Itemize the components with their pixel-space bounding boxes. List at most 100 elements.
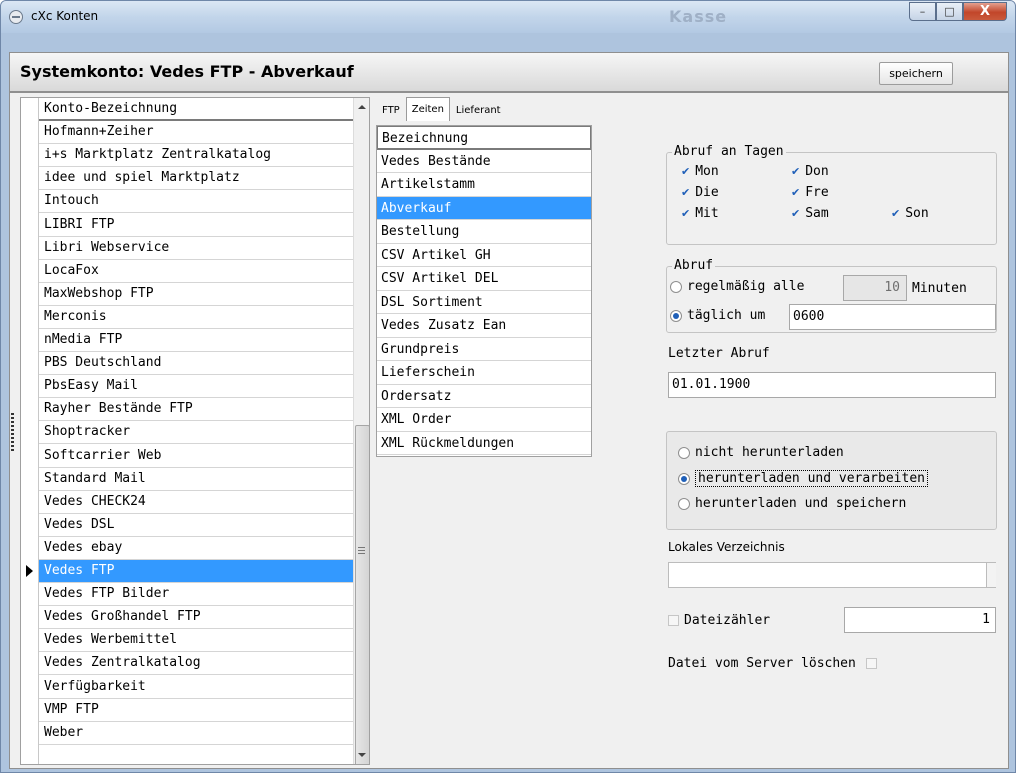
abruf-group-label: Abruf: [672, 258, 716, 274]
file-counter-checkbox[interactable]: Dateizähler: [668, 613, 770, 628]
account-row[interactable]: PbsEasy Mail: [39, 375, 353, 399]
option-label: herunterladen und speichern: [695, 496, 907, 511]
entry-row[interactable]: Grundpreis: [377, 338, 591, 361]
splitter-grip[interactable]: [11, 413, 14, 453]
entries-column-header[interactable]: Bezeichnung: [377, 126, 591, 150]
check-icon: ✔: [791, 165, 801, 178]
accounts-column-header[interactable]: Konto-Bezeichnung: [39, 98, 353, 122]
entry-row[interactable]: Vedes Bestände: [377, 150, 591, 173]
account-row[interactable]: idee und spiel Marktplatz: [39, 167, 353, 191]
account-row[interactable]: Vedes Großhandel FTP: [39, 606, 353, 630]
account-row[interactable]: MaxWebshop FTP: [39, 283, 353, 306]
account-row[interactable]: Verfügbarkeit: [39, 676, 353, 699]
account-row[interactable]: Merconis: [39, 306, 353, 329]
minimize-button[interactable]: –: [909, 2, 936, 21]
radio-download-process[interactable]: herunterladen und verarbeiten: [678, 470, 928, 487]
account-row[interactable]: Vedes Werbemittel: [39, 629, 353, 653]
account-row[interactable]: Vedes ebay: [39, 537, 353, 560]
day-label: Don: [805, 164, 829, 179]
account-row[interactable]: i+s Marktplatz Zentralkatalog: [39, 144, 353, 168]
account-row[interactable]: LocaFox: [39, 260, 353, 283]
tab-zeiten[interactable]: Zeiten: [405, 97, 450, 121]
day-label: Die: [695, 185, 719, 200]
account-row[interactable]: LIBRI FTP: [39, 214, 353, 237]
tab-lieferant[interactable]: Lieferant: [450, 100, 507, 121]
radio-icon: [678, 497, 690, 510]
scroll-thumb[interactable]: [355, 425, 369, 764]
entry-row[interactable]: Ordersatz: [377, 385, 591, 408]
regular-label: regelmäßig alle: [687, 279, 805, 294]
radio-download-save[interactable]: herunterladen und speichern: [678, 496, 906, 511]
account-row[interactable]: Vedes Zentralkatalog: [39, 652, 353, 676]
tab-ftp[interactable]: FTP: [376, 100, 406, 121]
interval-input[interactable]: 10: [843, 275, 907, 301]
radio-icon: [678, 446, 690, 459]
app-window: cXc Konten Kasse – □ X Systemkonto: Vede…: [0, 0, 1016, 773]
day-checkbox-sam[interactable]: ✔ Sam: [791, 206, 829, 221]
day-label: Son: [905, 206, 929, 221]
interval-unit-label: Minuten: [912, 281, 967, 296]
radio-selected-icon: [678, 472, 690, 485]
daily-time-input[interactable]: 0600: [789, 304, 996, 330]
local-dir-browse-button[interactable]: [986, 563, 996, 587]
day-label: Sam: [805, 206, 829, 221]
account-row[interactable]: nMedia FTP: [39, 329, 353, 353]
check-icon: ✔: [681, 165, 691, 178]
close-button[interactable]: X: [963, 2, 1007, 21]
account-row[interactable]: Shoptracker: [39, 421, 353, 445]
account-row[interactable]: Standard Mail: [39, 468, 353, 491]
entry-row[interactable]: XML Rückmeldungen: [377, 432, 591, 455]
account-row[interactable]: Weber: [39, 722, 353, 745]
scroll-up-icon[interactable]: [358, 105, 366, 109]
app-icon: [9, 10, 23, 24]
radio-icon: [670, 280, 682, 293]
radio-no-download[interactable]: nicht herunterladen: [678, 445, 844, 460]
radio-daily[interactable]: täglich um: [670, 308, 765, 323]
file-counter-input[interactable]: 1: [844, 607, 996, 633]
radio-regular[interactable]: regelmäßig alle: [670, 279, 804, 294]
account-row[interactable]: Hofmann+Zeiher: [39, 121, 353, 145]
background-window-title: Kasse: [669, 7, 728, 26]
entry-row[interactable]: Vedes Zusatz Ean: [377, 314, 591, 338]
account-row[interactable]: Vedes DSL: [39, 514, 353, 537]
entry-row[interactable]: CSV Artikel GH: [377, 244, 591, 267]
entry-row[interactable]: XML Order: [377, 408, 591, 432]
days-group: Abruf an Tagen ✔ Mon ✔ Don ✔ Die ✔ Fre ✔…: [666, 144, 997, 245]
account-row[interactable]: VMP FTP: [39, 699, 353, 722]
title-bar[interactable]: cXc Konten Kasse – □ X: [1, 1, 1015, 33]
entry-row[interactable]: Bestellung: [377, 220, 591, 244]
tab-bar: FTP Zeiten Lieferant: [376, 97, 507, 121]
accounts-scrollbar[interactable]: [353, 98, 369, 764]
day-checkbox-mon[interactable]: ✔ Mon: [681, 164, 719, 179]
day-checkbox-die[interactable]: ✔ Die: [681, 185, 719, 200]
entry-row[interactable]: Lieferschein: [377, 361, 591, 385]
account-row[interactable]: Softcarrier Web: [39, 445, 353, 468]
day-checkbox-mit[interactable]: ✔ Mit: [681, 206, 719, 221]
day-checkbox-fre[interactable]: ✔ Fre: [791, 185, 829, 200]
entry-row[interactable]: Artikelstamm: [377, 173, 591, 197]
checkbox-icon: [668, 615, 679, 626]
day-checkbox-don[interactable]: ✔ Don: [791, 164, 829, 179]
day-label: Fre: [805, 185, 829, 200]
maximize-button[interactable]: □: [936, 2, 963, 21]
entry-row[interactable]: CSV Artikel DEL: [377, 267, 591, 291]
entry-row[interactable]: DSL Sortiment: [377, 291, 591, 314]
account-row[interactable]: Vedes CHECK24: [39, 491, 353, 514]
entry-row[interactable]: Abverkauf: [377, 196, 591, 220]
account-row[interactable]: Intouch: [39, 190, 353, 214]
file-counter-label: Dateizähler: [684, 613, 771, 628]
local-dir-input[interactable]: [668, 562, 996, 588]
day-checkbox-son[interactable]: ✔ Son: [891, 206, 929, 221]
account-row[interactable]: Rayher Bestände FTP: [39, 398, 353, 422]
account-row[interactable]: Libri Webservice: [39, 237, 353, 260]
account-row[interactable]: Vedes FTP Bilder: [39, 583, 353, 607]
account-row[interactable]: PBS Deutschland: [39, 352, 353, 376]
scroll-down-icon[interactable]: [358, 753, 366, 757]
delete-from-server-checkbox[interactable]: Datei vom Server löschen: [668, 656, 877, 671]
current-row-pointer-icon: [26, 565, 33, 577]
day-label: Mon: [695, 164, 719, 179]
last-fetch-input[interactable]: 01.01.1900: [668, 372, 996, 398]
check-icon: ✔: [681, 207, 691, 220]
save-button[interactable]: speichern: [879, 62, 953, 85]
account-row[interactable]: Vedes FTP: [39, 560, 353, 584]
